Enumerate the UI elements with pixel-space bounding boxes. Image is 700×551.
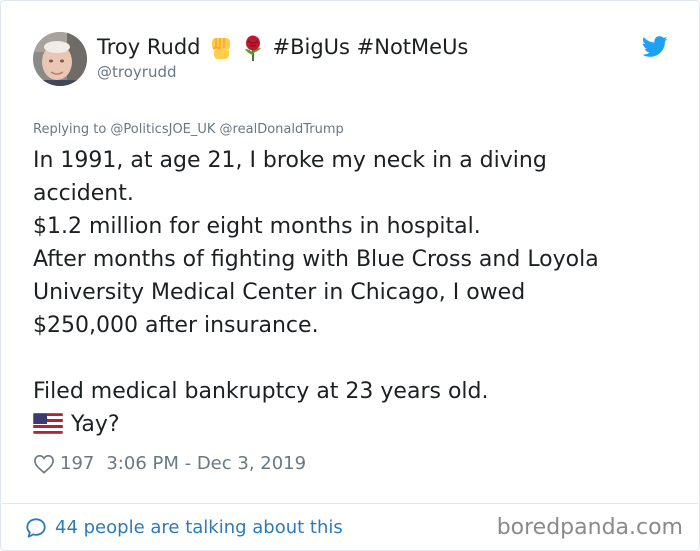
speech-bubble-icon [26, 518, 46, 538]
heart-icon[interactable] [33, 454, 55, 474]
avatar-image [33, 32, 87, 86]
tweet-line: University Medical Center in Chicago, I … [33, 280, 526, 305]
tweet-timestamp[interactable]: 3:06 PM - Dec 3, 2019 [106, 453, 306, 475]
raised-fist-emoji [208, 35, 234, 61]
tweet-card: Troy Rudd #BigUs #NotMeUs @troyrudd Repl… [0, 0, 700, 551]
avatar[interactable] [33, 32, 87, 86]
rose-emoji [242, 35, 264, 61]
talking-text[interactable]: 44 people are talking about this [55, 515, 343, 541]
talking-link[interactable]: 44 people are talking about this [25, 515, 343, 541]
tweet-last-line-text: Yay? [71, 412, 120, 437]
tweet-line: $250,000 after insurance. [33, 313, 319, 338]
display-name[interactable]: Troy Rudd [97, 35, 200, 59]
display-name-row[interactable]: Troy Rudd #BigUs #NotMeUs [97, 34, 468, 61]
tweet-line: accident. [33, 181, 134, 206]
footer-divider [2, 503, 698, 504]
watermark: boredpanda.com [496, 515, 683, 540]
like-count[interactable]: 197 [60, 453, 94, 475]
twitter-bird-icon[interactable] [641, 36, 668, 58]
tweet-line: Filed medical bankruptcy at 23 years old… [33, 379, 489, 404]
tweet-line: In 1991, at age 21, I broke my neck in a… [33, 148, 547, 173]
name-hashtags[interactable]: #BigUs #NotMeUs [272, 35, 468, 59]
tweet-line: $1.2 million for eight months in hospita… [33, 214, 481, 239]
us-flag-emoji [33, 412, 63, 434]
tweet-last-line: Yay? [33, 408, 673, 441]
user-handle[interactable]: @troyrudd [97, 63, 177, 81]
replying-to[interactable]: Replying to @PoliticsJOE_UK @realDonaldT… [33, 122, 344, 138]
tweet-line: After months of fighting with Blue Cross… [33, 247, 599, 272]
tweet-text: In 1991, at age 21, I broke my neck in a… [33, 144, 673, 441]
tweet-meta: 197 3:06 PM - Dec 3, 2019 [33, 453, 306, 475]
